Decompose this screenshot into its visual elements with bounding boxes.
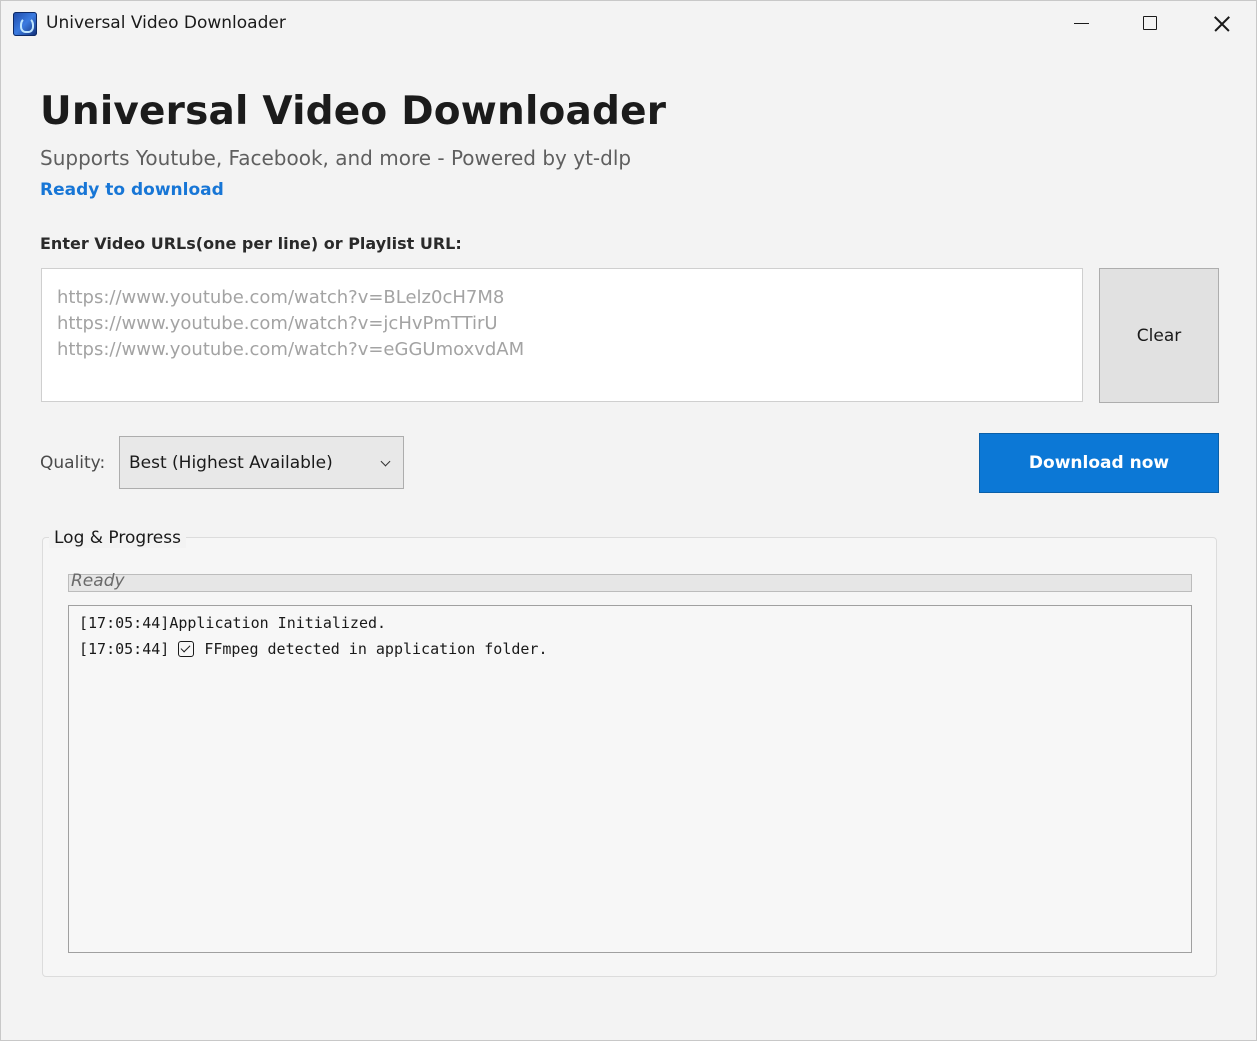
app-window: Universal Video Downloader Universal Vid… — [0, 0, 1257, 1041]
progress-bar: Ready — [68, 571, 1192, 592]
quality-selected-value: Best (Highest Available) — [129, 452, 333, 473]
log-line: [17:05:44] Application Initialized. — [79, 610, 1181, 636]
chevron-down-icon — [380, 456, 391, 467]
url-input[interactable]: https://www.youtube.com/watch?v=BLelz0cH… — [41, 268, 1083, 402]
log-message: FFmpeg detected in application folder. — [204, 640, 548, 658]
log-timestamp: [17:05:44] — [79, 614, 170, 632]
maximize-button[interactable] — [1116, 1, 1186, 45]
url-input-label: Enter Video URLs(one per line) or Playli… — [40, 234, 462, 253]
quality-select[interactable]: Best (Highest Available) — [119, 436, 404, 489]
minimize-button[interactable] — [1046, 1, 1116, 45]
page-title: Universal Video Downloader — [40, 89, 667, 134]
log-timestamp: [17:05:44] — [79, 640, 170, 658]
clear-button[interactable]: Clear — [1099, 268, 1219, 403]
log-output[interactable]: [17:05:44] Application Initialized. [17:0… — [68, 605, 1192, 953]
title-bar[interactable]: Universal Video Downloader — [1, 1, 1256, 45]
log-group-title: Log & Progress — [49, 528, 186, 548]
page-subtitle: Supports Youtube, Facebook, and more - P… — [40, 146, 632, 170]
app-logo-icon — [13, 12, 37, 36]
quality-label: Quality: — [40, 453, 106, 473]
window-title: Universal Video Downloader — [46, 13, 286, 33]
log-message: Application Initialized. — [169, 614, 387, 632]
download-button[interactable]: Download now — [979, 433, 1219, 493]
progress-text: Ready — [71, 571, 125, 591]
close-button[interactable] — [1186, 1, 1256, 45]
log-line: [17:05:44] FFmpeg detected in application… — [79, 636, 1181, 662]
check-box-icon — [178, 641, 195, 657]
status-label: Ready to download — [40, 180, 224, 200]
